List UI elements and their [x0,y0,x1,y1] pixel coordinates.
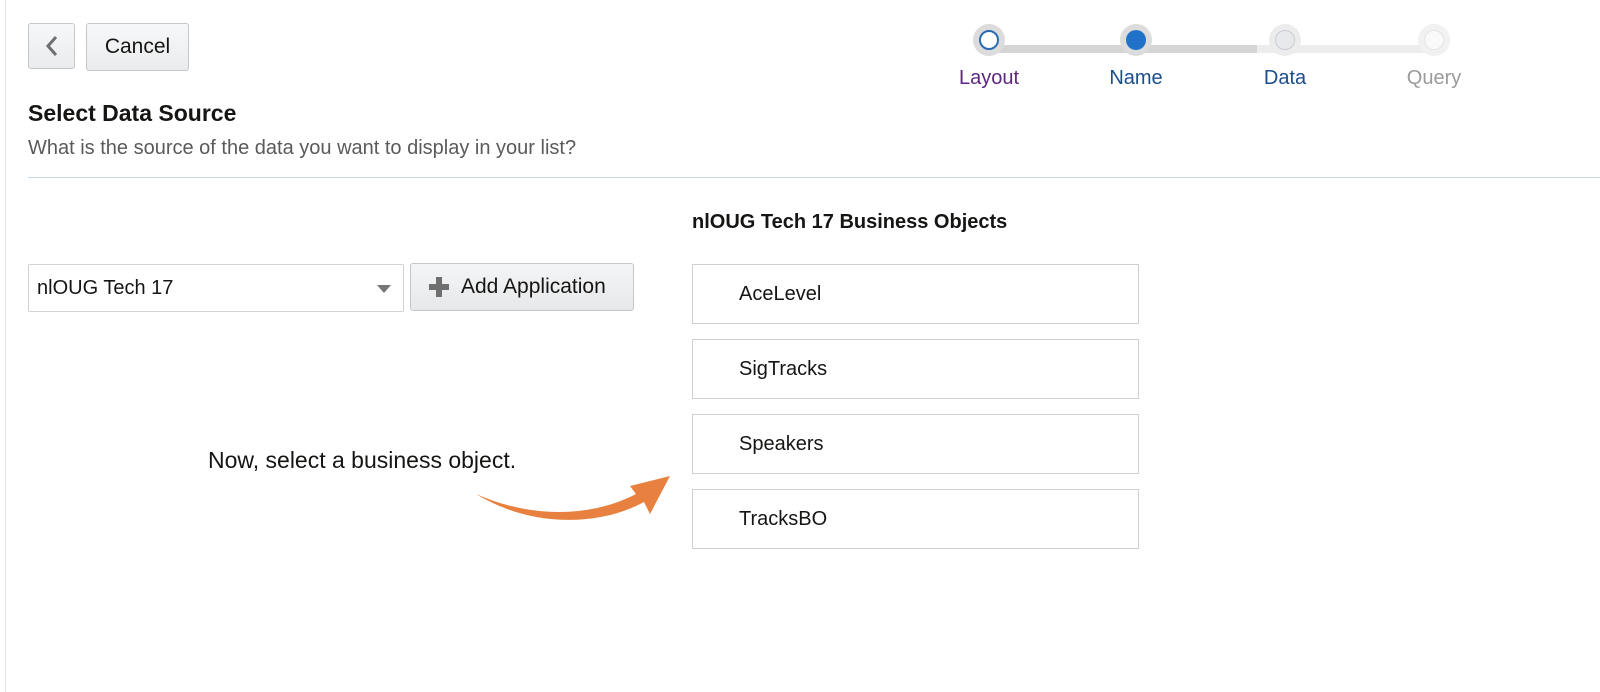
business-object-item[interactable]: SigTracks [692,339,1139,399]
add-application-button[interactable]: Add Application [410,263,634,311]
train-step-layout[interactable]: Layout [934,24,1044,104]
step-label: Name [1109,67,1163,89]
step-dot-icon [1126,30,1146,50]
plus-icon [429,277,449,297]
business-objects-heading: nlOUG Tech 17 Business Objects [692,211,1008,233]
step-label: Data [1263,67,1307,89]
step-label: Layout [958,67,1020,89]
business-object-item[interactable]: AceLevel [692,264,1139,324]
step-dot-icon [1424,30,1444,50]
page-title: Select Data Source [28,100,237,126]
business-object-list: AceLevel SigTracks Speakers TracksBO [692,264,1139,564]
step-label: Query [1406,67,1462,89]
step-dot-icon [1275,30,1295,50]
page-subtitle: What is the source of the data you want … [28,137,577,159]
cancel-button[interactable]: Cancel [86,23,189,71]
train-step-data[interactable]: Data [1230,24,1340,104]
business-object-item[interactable]: TracksBO [692,489,1139,549]
business-object-item[interactable]: Speakers [692,414,1139,474]
chevron-left-icon [45,36,57,56]
back-button[interactable] [28,23,75,69]
train-step-query: Query [1379,24,1489,104]
train-step-name[interactable]: Name [1081,24,1191,104]
application-select-value: nlOUG Tech 17 [37,276,174,299]
add-application-label: Add Application [461,275,606,298]
divider [28,177,1600,178]
left-border [5,0,6,692]
step-dot-icon [979,30,999,50]
caret-down-icon [377,285,391,293]
progress-train: Layout Name Data Query [940,14,1480,104]
application-select[interactable]: nlOUG Tech 17 [28,264,404,312]
callout-arrow-icon [476,476,670,520]
